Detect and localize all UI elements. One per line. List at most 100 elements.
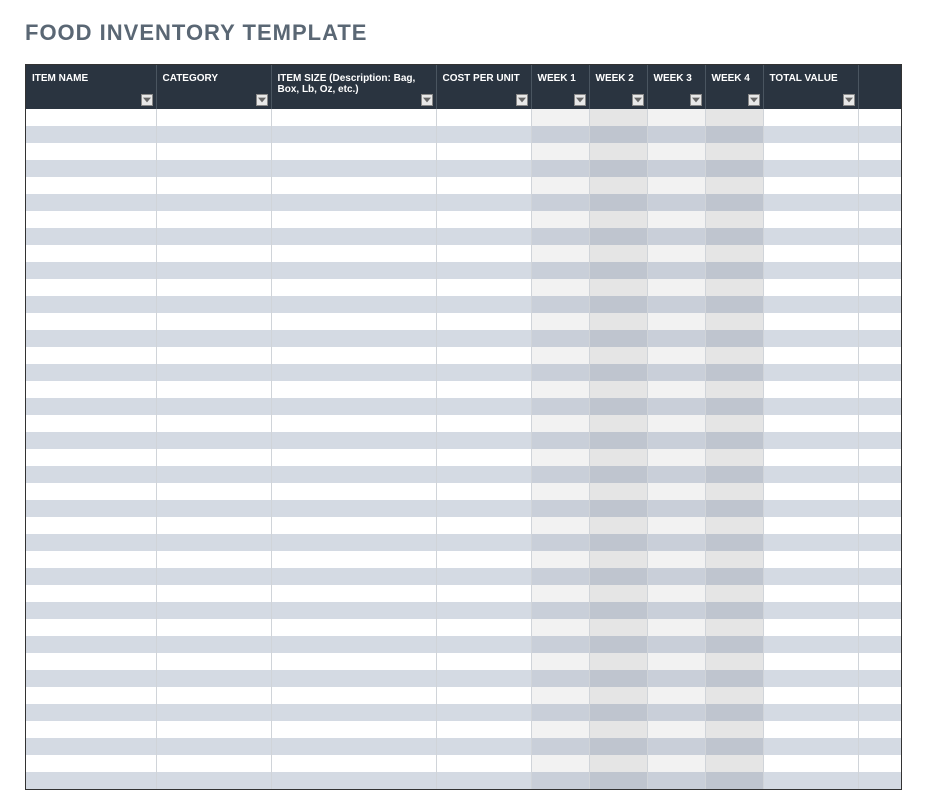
cell-week1[interactable] (531, 245, 589, 262)
cell-week2[interactable] (589, 636, 647, 653)
cell-item-name[interactable] (26, 483, 156, 500)
cell-cost-per-unit[interactable] (436, 194, 531, 211)
cell-week2[interactable] (589, 585, 647, 602)
cell-extra[interactable] (858, 449, 901, 466)
cell-total-value[interactable] (763, 296, 858, 313)
cell-week2[interactable] (589, 619, 647, 636)
cell-total-value[interactable] (763, 687, 858, 704)
cell-item-size[interactable] (271, 364, 436, 381)
cell-week4[interactable] (705, 636, 763, 653)
cell-cost-per-unit[interactable] (436, 160, 531, 177)
cell-category[interactable] (156, 551, 271, 568)
cell-item-name[interactable] (26, 551, 156, 568)
cell-week4[interactable] (705, 534, 763, 551)
cell-total-value[interactable] (763, 313, 858, 330)
cell-week3[interactable] (647, 347, 705, 364)
cell-category[interactable] (156, 398, 271, 415)
cell-week1[interactable] (531, 653, 589, 670)
cell-week3[interactable] (647, 109, 705, 126)
cell-total-value[interactable] (763, 755, 858, 772)
cell-week3[interactable] (647, 653, 705, 670)
cell-total-value[interactable] (763, 772, 858, 789)
cell-week3[interactable] (647, 364, 705, 381)
cell-extra[interactable] (858, 653, 901, 670)
cell-item-size[interactable] (271, 228, 436, 245)
cell-week4[interactable] (705, 415, 763, 432)
cell-week1[interactable] (531, 126, 589, 143)
cell-category[interactable] (156, 670, 271, 687)
cell-week3[interactable] (647, 704, 705, 721)
cell-total-value[interactable] (763, 211, 858, 228)
cell-cost-per-unit[interactable] (436, 483, 531, 500)
cell-item-size[interactable] (271, 449, 436, 466)
cell-week1[interactable] (531, 687, 589, 704)
cell-week2[interactable] (589, 466, 647, 483)
cell-category[interactable] (156, 704, 271, 721)
cell-item-name[interactable] (26, 466, 156, 483)
cell-item-name[interactable] (26, 194, 156, 211)
cell-total-value[interactable] (763, 364, 858, 381)
cell-week2[interactable] (589, 364, 647, 381)
cell-item-size[interactable] (271, 177, 436, 194)
cell-cost-per-unit[interactable] (436, 636, 531, 653)
cell-cost-per-unit[interactable] (436, 517, 531, 534)
cell-item-name[interactable] (26, 364, 156, 381)
cell-week2[interactable] (589, 381, 647, 398)
cell-cost-per-unit[interactable] (436, 381, 531, 398)
filter-dropdown-icon[interactable] (256, 94, 268, 106)
cell-extra[interactable] (858, 194, 901, 211)
cell-total-value[interactable] (763, 619, 858, 636)
cell-week4[interactable] (705, 585, 763, 602)
cell-week4[interactable] (705, 330, 763, 347)
cell-cost-per-unit[interactable] (436, 262, 531, 279)
cell-cost-per-unit[interactable] (436, 279, 531, 296)
cell-extra[interactable] (858, 500, 901, 517)
cell-week2[interactable] (589, 143, 647, 160)
cell-total-value[interactable] (763, 381, 858, 398)
cell-category[interactable] (156, 636, 271, 653)
cell-item-size[interactable] (271, 160, 436, 177)
cell-week2[interactable] (589, 687, 647, 704)
cell-cost-per-unit[interactable] (436, 500, 531, 517)
cell-week2[interactable] (589, 330, 647, 347)
cell-cost-per-unit[interactable] (436, 568, 531, 585)
cell-week3[interactable] (647, 330, 705, 347)
cell-week2[interactable] (589, 415, 647, 432)
cell-item-name[interactable] (26, 517, 156, 534)
cell-item-size[interactable] (271, 721, 436, 738)
cell-item-size[interactable] (271, 738, 436, 755)
cell-extra[interactable] (858, 772, 901, 789)
cell-week1[interactable] (531, 313, 589, 330)
cell-item-name[interactable] (26, 245, 156, 262)
cell-category[interactable] (156, 432, 271, 449)
cell-item-name[interactable] (26, 279, 156, 296)
cell-item-size[interactable] (271, 279, 436, 296)
cell-week2[interactable] (589, 313, 647, 330)
cell-item-size[interactable] (271, 432, 436, 449)
cell-item-size[interactable] (271, 483, 436, 500)
cell-item-size[interactable] (271, 415, 436, 432)
cell-item-size[interactable] (271, 551, 436, 568)
cell-cost-per-unit[interactable] (436, 670, 531, 687)
cell-week4[interactable] (705, 381, 763, 398)
cell-total-value[interactable] (763, 449, 858, 466)
cell-week4[interactable] (705, 262, 763, 279)
cell-week3[interactable] (647, 262, 705, 279)
cell-week4[interactable] (705, 347, 763, 364)
cell-category[interactable] (156, 653, 271, 670)
cell-category[interactable] (156, 738, 271, 755)
cell-item-name[interactable] (26, 398, 156, 415)
cell-item-size[interactable] (271, 143, 436, 160)
cell-week2[interactable] (589, 296, 647, 313)
cell-week1[interactable] (531, 330, 589, 347)
cell-week3[interactable] (647, 177, 705, 194)
cell-extra[interactable] (858, 704, 901, 721)
cell-extra[interactable] (858, 568, 901, 585)
cell-item-size[interactable] (271, 619, 436, 636)
cell-extra[interactable] (858, 551, 901, 568)
cell-week1[interactable] (531, 177, 589, 194)
cell-extra[interactable] (858, 602, 901, 619)
cell-total-value[interactable] (763, 245, 858, 262)
cell-week3[interactable] (647, 228, 705, 245)
cell-item-size[interactable] (271, 466, 436, 483)
